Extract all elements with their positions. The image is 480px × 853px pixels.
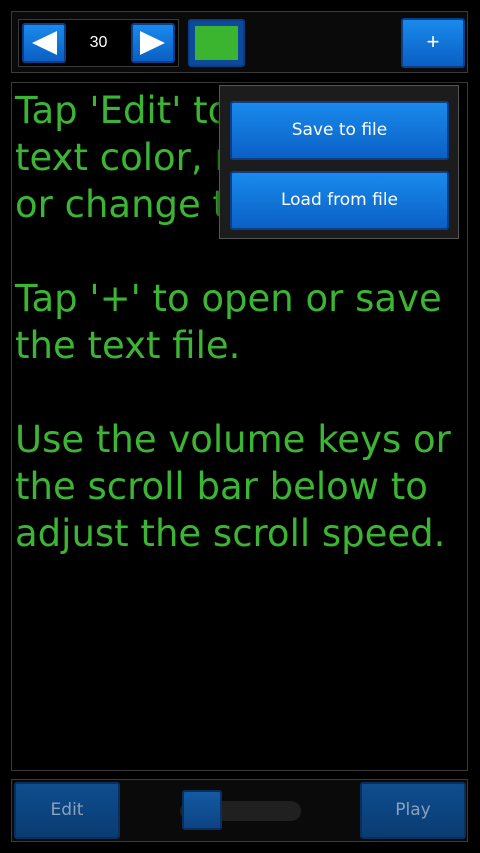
bottom-toolbar: Edit Play [11, 779, 468, 842]
font-size-value: 30 [89, 34, 108, 51]
plus-button[interactable]: + [401, 18, 465, 68]
save-to-file-button[interactable]: Save to file [230, 101, 449, 160]
left-triangle-icon [32, 31, 57, 55]
file-popup-menu: Save to file Load from file [219, 85, 459, 239]
scroll-speed-slider-thumb[interactable] [182, 790, 223, 830]
load-from-file-button[interactable]: Load from file [230, 171, 449, 230]
increase-size-button[interactable] [131, 23, 175, 63]
edit-button[interactable]: Edit [14, 782, 120, 839]
right-triangle-icon [140, 31, 165, 55]
decrease-size-button[interactable] [22, 23, 66, 63]
text-color-swatch [195, 26, 238, 60]
teleprompter-screen: 30 + Tap 'Edit' to change the text color… [0, 0, 480, 853]
play-button[interactable]: Play [360, 782, 466, 839]
top-toolbar: 30 + [11, 11, 468, 73]
font-size-control: 30 [18, 19, 179, 67]
text-color-button[interactable] [188, 19, 245, 67]
